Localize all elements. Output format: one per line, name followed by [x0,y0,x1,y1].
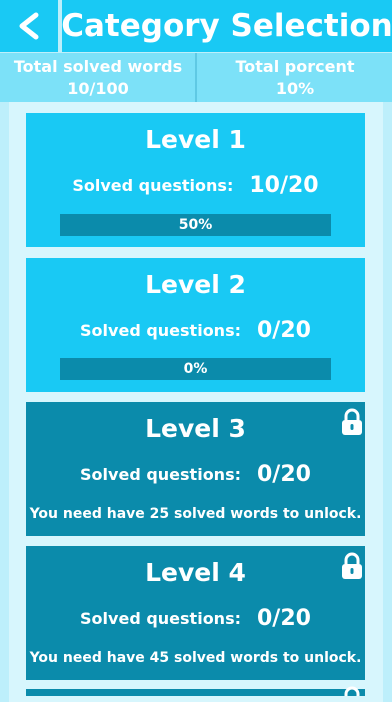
solved-row: Solved questions: 0/20 [26,602,365,634]
solved-label: Solved questions: [80,320,241,340]
solved-row: Solved questions: 10/20 [26,169,365,201]
page-title: Category Selection [61,0,392,52]
level-title: Level 4 [145,558,246,587]
level-card-3[interactable]: Level 3 Solved questions: 0/20 You need … [26,402,365,536]
total-solved-label: Total solved words [13,57,183,76]
top-bar: Category Selection [0,0,392,52]
lock-icon [344,686,360,696]
back-button[interactable] [0,0,58,52]
stats-bar: Total solved words 10/100 Total porcent … [0,53,392,102]
total-percent-label: Total porcent [235,57,355,76]
solved-label: Solved questions: [80,464,241,484]
solved-value: 0/20 [257,317,311,343]
level-card-1[interactable]: Level 1 Solved questions: 10/20 50% [26,113,365,247]
progress-bar: 50% [60,214,331,236]
level-title: Level 3 [145,414,246,443]
progress-text: 50% [178,217,213,233]
solved-value: 0/20 [257,461,311,487]
unlock-message: You need have 45 solved words to unlock. [29,650,362,666]
total-solved-stat: Total solved words 10/100 [0,53,196,102]
level-card-2[interactable]: Level 2 Solved questions: 0/20 0% [26,258,365,392]
progress-bar: 0% [60,358,331,380]
solved-label: Solved questions: [72,175,234,195]
back-chevron-icon [19,12,39,40]
solved-row: Solved questions: 0/20 [26,458,365,490]
total-solved-value: 10/100 [67,79,129,98]
total-percent-stat: Total porcent 10% [197,53,392,102]
level-title: Level 2 [145,270,246,299]
solved-label: Solved questions: [80,608,241,628]
solved-row: Solved questions: 0/20 [26,314,365,346]
level-card-4[interactable]: Level 4 Solved questions: 0/20 You need … [26,546,365,680]
level-card-5-partial[interactable] [26,689,365,696]
solved-value: 10/20 [249,172,319,198]
solved-value: 0/20 [257,605,311,631]
progress-text: 0% [183,361,208,377]
unlock-message: You need have 25 solved words to unlock. [29,506,362,522]
total-percent-value: 10% [275,79,315,98]
level-title: Level 1 [145,125,246,154]
